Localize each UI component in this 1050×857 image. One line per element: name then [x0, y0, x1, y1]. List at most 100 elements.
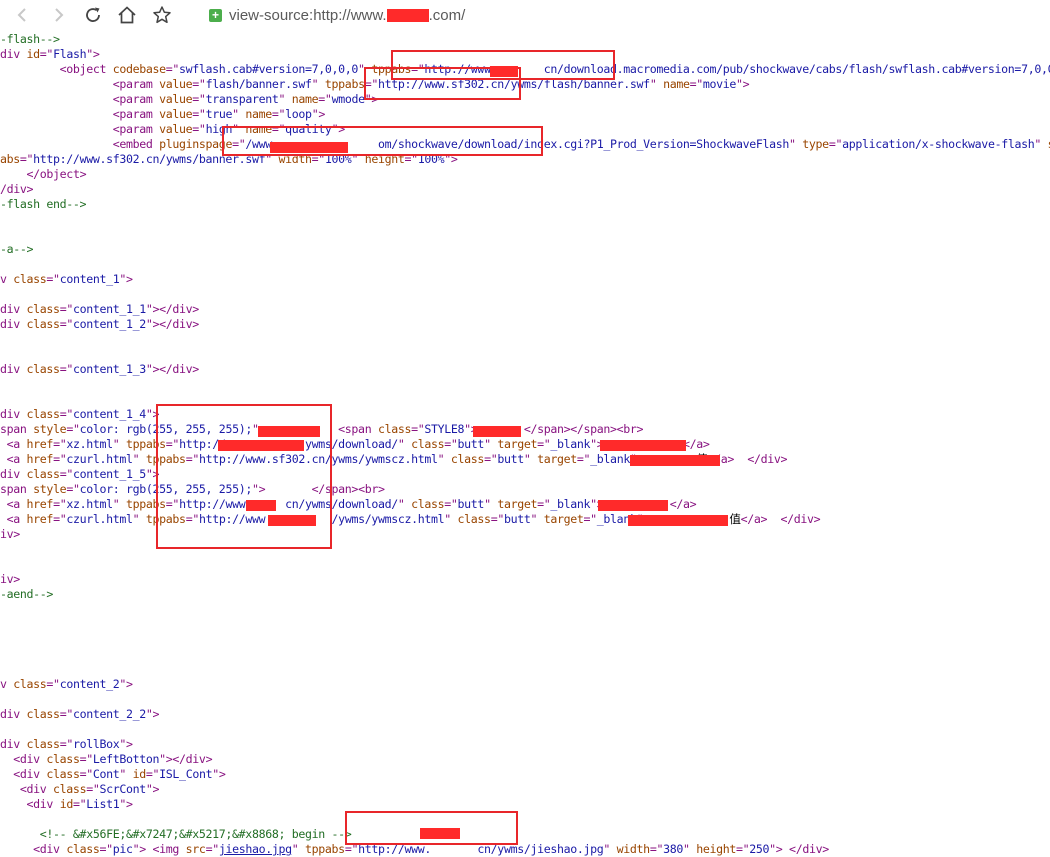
source-token: butt — [497, 452, 524, 466]
source-line: div class="content_2_2"> — [0, 707, 160, 722]
source-token: " — [119, 767, 133, 781]
back-icon[interactable] — [11, 3, 35, 27]
source-token: _blank — [550, 497, 591, 511]
source-line: <div class="pic"> <img src="jieshao.jpg"… — [0, 842, 829, 857]
source-token: List1 — [86, 797, 120, 811]
source-token: =" — [192, 122, 206, 136]
source-token: =" — [490, 512, 505, 526]
redaction-block — [473, 426, 521, 437]
source-token: =" — [53, 437, 67, 451]
source-link[interactable]: jieshao.jpg — [219, 842, 292, 856]
source-token: "></div> — [145, 362, 199, 376]
source-token: =" — [145, 767, 160, 781]
source-token: content_1_5 — [72, 467, 146, 481]
source-token: color: rgb(255, 255, 255); — [79, 482, 253, 496]
source-line: </object> — [0, 167, 87, 182]
source-token: <param — [112, 77, 160, 91]
source-line: div class="content_1_5"> — [0, 467, 160, 482]
source-line: -flash end--> — [0, 197, 87, 212]
source-token: =" — [72, 797, 87, 811]
source-token: =" — [576, 452, 591, 466]
source-token: content_2 — [59, 677, 120, 691]
source-token: =" — [66, 482, 80, 496]
source-token: " — [484, 497, 498, 511]
star-icon[interactable] — [150, 3, 174, 27]
source-token: class — [26, 317, 61, 331]
source-token: 100% — [417, 152, 445, 166]
source-token: "> — [86, 47, 100, 61]
source-token: " — [132, 512, 146, 526]
source-token: =" — [404, 152, 418, 166]
source-token: class — [53, 782, 87, 796]
source-token: div — [0, 467, 27, 481]
source-token: =" — [185, 452, 200, 466]
source-token: " — [278, 92, 292, 106]
source-token: <div — [26, 797, 60, 811]
source-token: " — [112, 437, 127, 451]
source-token: class — [26, 467, 61, 481]
source-token: <param — [112, 107, 160, 121]
source-token: class — [46, 752, 80, 766]
address-url-prefix: view-source:http://www. — [229, 6, 387, 24]
source-token: pic — [112, 842, 133, 856]
source-token: " — [132, 452, 146, 466]
home-icon[interactable] — [115, 3, 139, 27]
source-token: class — [450, 452, 485, 466]
source-token: czurl.html — [66, 512, 133, 526]
source-token: application/x-shockwave-flash — [842, 137, 1035, 151]
source-token: http://www.s /ywms/ywmscz.html — [198, 512, 445, 526]
source-token: =" — [46, 677, 60, 691]
source-token: <object — [59, 62, 113, 76]
source-line: div class="content_1_3"></div> — [0, 362, 199, 377]
source-line: <param value="transparent" name="wmode"> — [0, 92, 379, 107]
source-token: class — [411, 437, 445, 451]
redaction-block — [268, 515, 316, 526]
source-line: div class="content_1_2"></div> — [0, 317, 199, 332]
source-token: " — [232, 122, 246, 136]
redaction-block — [246, 500, 276, 511]
source-token: "></div> — [159, 752, 213, 766]
source-token: =" — [311, 152, 326, 166]
source-token: =" — [232, 137, 246, 151]
source-token: STYLE8 — [424, 422, 465, 436]
address-url-suffix: .com/ — [428, 6, 466, 24]
refresh-icon[interactable] — [81, 3, 105, 27]
source-token: " — [530, 512, 544, 526]
source-token: butt — [457, 497, 485, 511]
source-token: LeftBotton — [92, 752, 160, 766]
source-token: loop — [285, 107, 312, 121]
source-token: class — [457, 512, 492, 526]
source-token: =" — [86, 782, 100, 796]
browser-toolbar: + view-source:http://www. .com/ — [0, 0, 1050, 30]
source-token: " — [358, 62, 372, 76]
source-token — [0, 752, 13, 766]
source-token: tppabs — [145, 452, 186, 466]
redaction-block — [386, 8, 429, 22]
source-token — [0, 827, 40, 841]
source-token: "> — [145, 707, 160, 721]
redaction-block — [270, 142, 348, 153]
source-line: div class="content_1_1"></div> — [0, 302, 199, 317]
source-token: "> </div> — [769, 842, 829, 856]
source-token: -aend--> — [0, 587, 54, 601]
source-line: <embed pluginspage="/www. om/shockwave/d… — [0, 137, 1050, 152]
source-token: =" — [192, 107, 206, 121]
source-token: movie — [702, 77, 737, 91]
address-bar[interactable]: + view-source:http://www. .com/ — [203, 3, 465, 27]
source-token: div — [0, 317, 27, 331]
source-token: div — [0, 362, 27, 376]
source-token: =" — [364, 77, 379, 91]
source-token: class — [377, 422, 412, 436]
source-token: name — [663, 77, 690, 91]
source-token: " — [484, 437, 498, 451]
source-token: =" — [59, 407, 74, 421]
source-token: <a — [6, 497, 27, 511]
source-token: name — [245, 122, 272, 136]
source-token: content_1_3 — [72, 362, 146, 376]
source-token: =" — [689, 77, 704, 91]
source-token: <param — [112, 92, 160, 106]
forward-icon[interactable] — [46, 3, 70, 27]
source-token: value — [159, 77, 193, 91]
source-token: target — [497, 437, 538, 451]
source-token: "> — [364, 92, 379, 106]
